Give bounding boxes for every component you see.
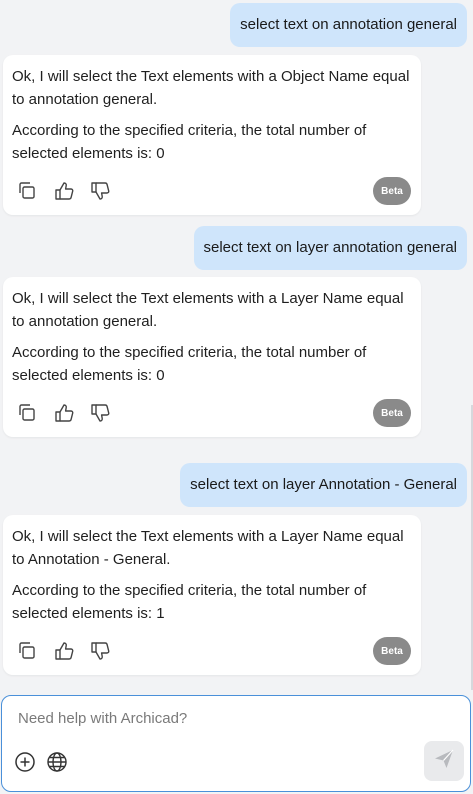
user-message-text: select text on layer Annotation - Genera… xyxy=(190,476,457,493)
user-message: select text on layer Annotation - Genera… xyxy=(180,463,467,507)
message-actions xyxy=(15,401,113,425)
thumbs-down-icon[interactable] xyxy=(87,639,113,663)
copy-icon[interactable] xyxy=(15,179,41,203)
chat-composer xyxy=(1,695,471,792)
thumbs-up-icon[interactable] xyxy=(51,179,77,203)
assistant-text-line2: According to the specified criteria, the… xyxy=(12,344,367,384)
send-button[interactable] xyxy=(424,741,464,781)
message-actions xyxy=(15,639,113,663)
message-actions xyxy=(15,179,113,203)
user-message: select text on annotation general xyxy=(230,3,467,47)
assistant-text-line2: According to the specified criteria, the… xyxy=(12,582,367,622)
chat-thread: select text on annotation general Ok, I … xyxy=(0,0,473,690)
thumbs-down-icon[interactable] xyxy=(87,401,113,425)
copy-icon[interactable] xyxy=(15,639,41,663)
beta-badge: Beta xyxy=(373,637,411,665)
thumbs-up-icon[interactable] xyxy=(51,639,77,663)
plus-circle-icon[interactable] xyxy=(13,750,37,774)
beta-badge: Beta xyxy=(373,399,411,427)
assistant-text-line2: According to the specified criteria, the… xyxy=(12,122,367,162)
globe-icon[interactable] xyxy=(45,750,69,774)
thumbs-up-icon[interactable] xyxy=(51,401,77,425)
user-message-text: select text on layer annotation general xyxy=(203,239,458,256)
beta-badge: Beta xyxy=(373,177,411,205)
user-message-text: select text on annotation general xyxy=(240,16,457,33)
assistant-message: Ok, I will select the Text elements with… xyxy=(3,277,421,437)
thumbs-down-icon[interactable] xyxy=(87,179,113,203)
assistant-text-line1: Ok, I will select the Text elements with… xyxy=(12,68,410,108)
assistant-text-line1: Ok, I will select the Text elements with… xyxy=(12,290,404,330)
send-icon xyxy=(433,748,455,775)
assistant-text-line1: Ok, I will select the Text elements with… xyxy=(12,528,404,568)
user-message: select text on layer annotation general xyxy=(193,226,467,270)
assistant-message: Ok, I will select the Text elements with… xyxy=(3,55,421,215)
copy-icon[interactable] xyxy=(15,401,41,425)
message-input[interactable] xyxy=(18,710,398,727)
assistant-message: Ok, I will select the Text elements with… xyxy=(3,515,421,675)
